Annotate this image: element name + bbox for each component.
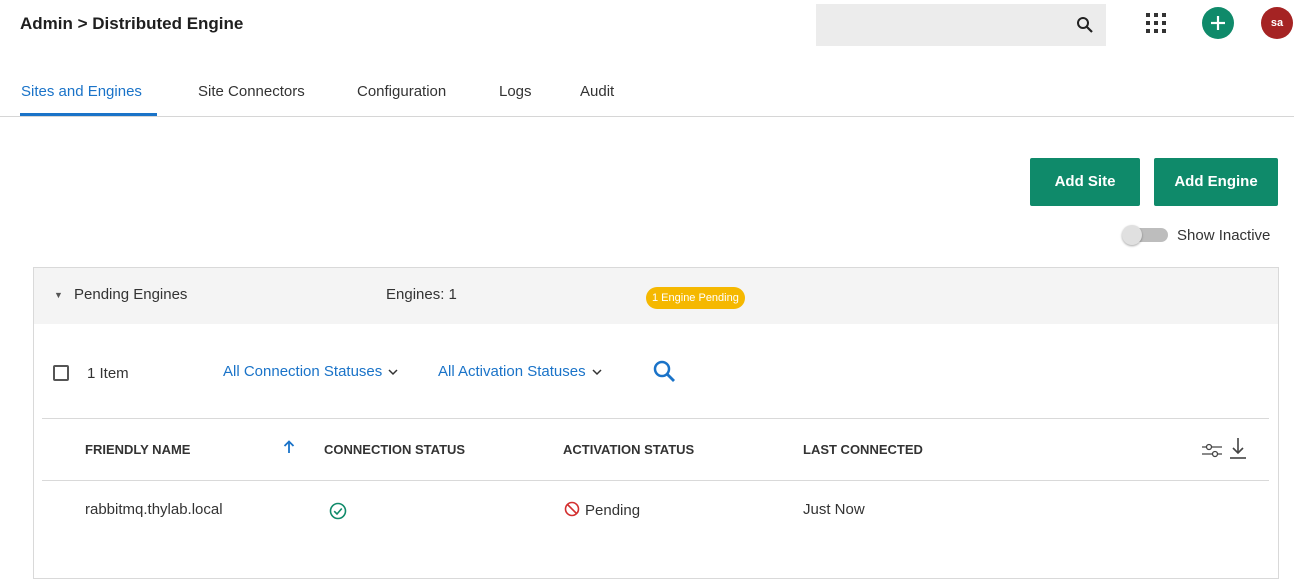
activation-status-filter[interactable]: All Activation Statuses: [438, 363, 602, 380]
search-icon[interactable]: [652, 359, 676, 388]
connection-status-filter[interactable]: All Connection Statuses: [223, 363, 398, 380]
breadcrumb: Admin > Distributed Engine: [20, 14, 244, 33]
column-header-connection-status[interactable]: CONNECTION STATUS: [324, 442, 465, 457]
sort-ascending-icon[interactable]: [283, 440, 295, 459]
column-header-friendly-name[interactable]: FRIENDLY NAME: [85, 442, 190, 457]
column-settings-icon[interactable]: [1200, 438, 1224, 460]
select-all-checkbox[interactable]: [53, 365, 69, 381]
show-inactive-toggle[interactable]: [1122, 225, 1168, 245]
plus-icon: [1211, 16, 1225, 30]
tab-configuration[interactable]: Configuration: [357, 83, 446, 100]
blocked-icon: [564, 501, 580, 517]
activation-status-label: Pending: [585, 502, 641, 519]
activation-status-cell: Pending: [564, 501, 640, 519]
panel-header[interactable]: ▼ Pending Engines Engines: 1 1 Engine Pe…: [34, 268, 1278, 324]
column-header-last-connected[interactable]: LAST CONNECTED: [803, 442, 923, 457]
avatar[interactable]: sa: [1261, 7, 1293, 39]
engines-count: Engines: 1: [386, 286, 457, 303]
activation-status-filter-label: All Activation Statuses: [438, 363, 586, 380]
tab-bar: Sites and Engines Site Connectors Config…: [0, 70, 1294, 117]
column-tools: [1200, 436, 1248, 465]
table-top-divider: [42, 418, 1269, 419]
toggle-knob: [1122, 225, 1142, 245]
friendly-name-cell[interactable]: rabbitmq.thylab.local: [85, 501, 223, 518]
connection-status-filter-label: All Connection Statuses: [223, 363, 383, 380]
add-new-button[interactable]: [1202, 7, 1234, 39]
show-inactive-label: Show Inactive: [1177, 227, 1271, 244]
check-circle-icon: [329, 502, 347, 524]
add-site-button[interactable]: Add Site: [1030, 158, 1140, 206]
add-engine-button[interactable]: Add Engine: [1154, 158, 1278, 206]
last-connected-cell: Just Now: [803, 501, 865, 518]
search-icon[interactable]: [1076, 16, 1094, 39]
header-divider: [42, 480, 1269, 481]
column-header-activation-status[interactable]: ACTIVATION STATUS: [563, 442, 694, 457]
active-tab-indicator: [20, 113, 157, 116]
panel-title: Pending Engines: [74, 286, 188, 303]
tab-sites-and-engines[interactable]: Sites and Engines: [21, 83, 142, 100]
search-input[interactable]: [816, 4, 1106, 46]
tab-site-connectors[interactable]: Site Connectors: [198, 83, 305, 100]
apps-grid-icon[interactable]: [1146, 13, 1166, 38]
pending-engines-panel: ▼ Pending Engines Engines: 1 1 Engine Pe…: [33, 267, 1279, 579]
chevron-down-icon: [388, 363, 398, 380]
collapse-caret-icon[interactable]: ▼: [54, 290, 63, 300]
download-icon[interactable]: [1228, 436, 1248, 460]
chevron-down-icon: [592, 363, 602, 380]
status-badge: 1 Engine Pending: [646, 287, 745, 309]
tab-audit[interactable]: Audit: [580, 83, 614, 100]
tab-logs[interactable]: Logs: [499, 83, 532, 100]
item-count: 1 Item: [87, 365, 129, 382]
